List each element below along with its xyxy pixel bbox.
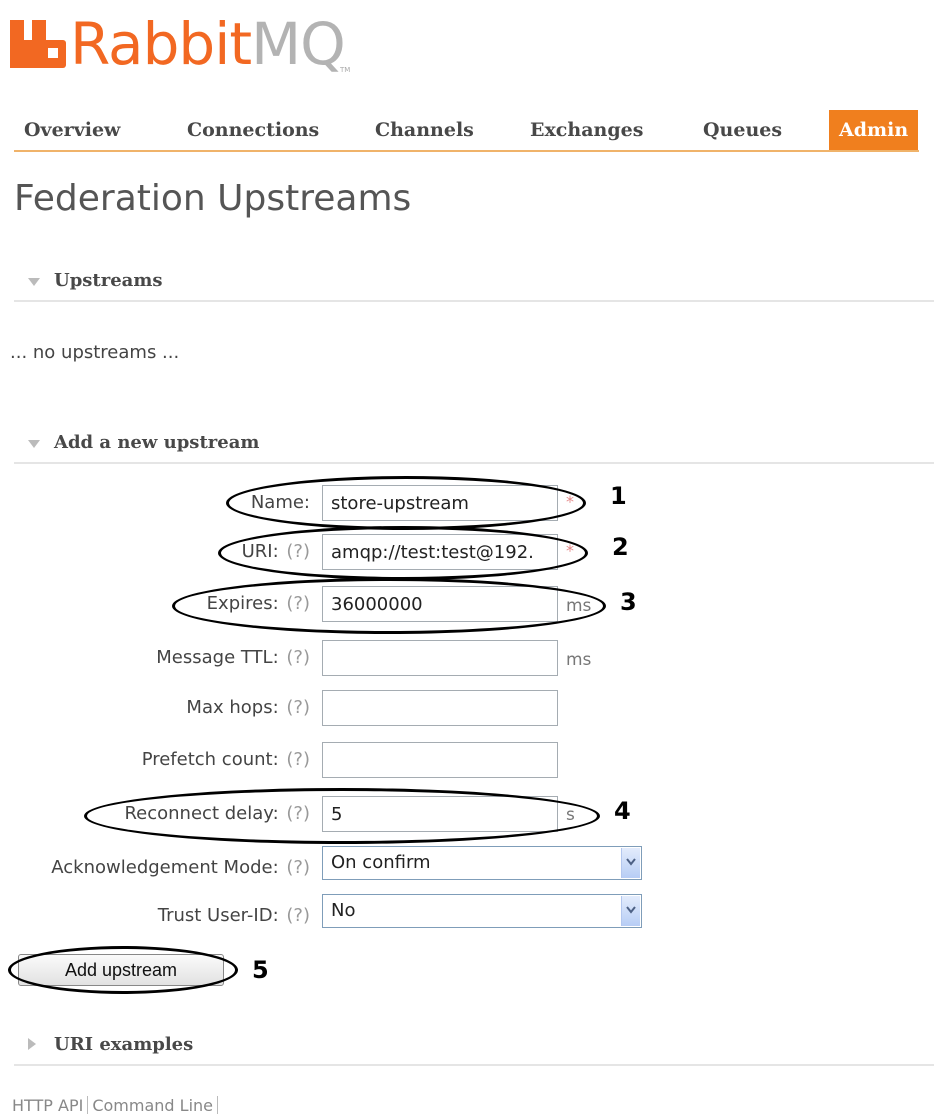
trust-user-id-value: No [331,900,356,921]
max-hops-input[interactable] [322,690,558,726]
nav-underline [14,150,919,152]
footer-link-http-api[interactable]: HTTP API [12,1096,83,1115]
section-header-uri-examples[interactable]: URI examples [14,1026,934,1066]
tab-queues[interactable]: Queues [703,110,782,150]
tab-exchanges[interactable]: Exchanges [530,110,643,150]
dropdown-button[interactable] [621,896,640,926]
help-link[interactable]: (?) [286,541,310,562]
section-title: URI examples [54,1034,194,1055]
annotation-number: 4 [614,797,631,825]
ack-mode-select[interactable]: On confirm [322,846,642,880]
footer-link-command-line[interactable]: Command Line [92,1096,213,1115]
tab-overview[interactable]: Overview [24,110,120,150]
logo-trademark: TM [340,66,351,74]
help-link[interactable]: (?) [286,647,310,668]
help-link[interactable]: (?) [286,803,310,824]
expires-unit: ms [566,596,592,616]
prefetch-count-label: Prefetch count: (?) [141,749,310,770]
footer-separator [87,1096,89,1114]
empty-message: ... no upstreams ... [10,342,180,363]
tab-channels[interactable]: Channels [375,110,474,150]
chevron-down-icon [626,906,636,914]
reconnect-delay-label: Reconnect delay: (?) [124,803,310,824]
name-input[interactable] [322,485,558,521]
tab-connections[interactable]: Connections [187,110,319,150]
help-link[interactable]: (?) [286,593,310,614]
message-ttl-unit: ms [566,650,592,670]
footer: HTTP API Command Line [12,1096,222,1115]
page-title: Federation Upstreams [14,178,412,219]
ack-mode-value: On confirm [331,852,431,873]
tab-admin[interactable]: Admin [829,110,919,150]
ack-mode-label: Acknowledgement Mode: (?) [51,857,310,878]
uri-input[interactable] [322,534,558,570]
footer-separator [217,1096,219,1114]
message-ttl-input[interactable] [322,640,558,676]
name-label: Name: [250,492,310,513]
trust-user-id-label: Trust User-ID: (?) [157,905,310,926]
annotation-number: 1 [610,482,627,510]
reconnect-delay-input[interactable] [322,796,558,832]
section-header-add-upstream[interactable]: Add a new upstream [14,424,934,464]
trust-user-id-select[interactable]: No [322,894,642,928]
uri-label: URI: (?) [241,541,310,562]
annotation-number: 5 [252,956,269,984]
annotation-number: 2 [612,533,629,561]
expires-input[interactable] [322,586,558,622]
rabbitmq-logo-icon [10,20,66,68]
required-marker: * [566,492,574,511]
reconnect-delay-unit: s [566,805,575,825]
help-link[interactable]: (?) [286,697,310,718]
prefetch-count-input[interactable] [322,742,558,778]
help-link[interactable]: (?) [286,749,310,770]
max-hops-label: Max hops: (?) [186,697,310,718]
collapse-arrow-icon [28,440,40,448]
help-link[interactable]: (?) [286,905,310,926]
section-title: Upstreams [54,270,163,291]
collapse-arrow-icon [28,278,40,286]
logo-wordmark: RabbitMQ [70,10,346,78]
section-title: Add a new upstream [54,432,260,453]
expand-arrow-icon [28,1038,36,1050]
help-link[interactable]: (?) [286,857,310,878]
message-ttl-label: Message TTL: (?) [156,647,310,668]
section-header-upstreams[interactable]: Upstreams [14,262,934,302]
add-upstream-button[interactable]: Add upstream [18,954,224,986]
dropdown-button[interactable] [621,848,640,878]
annotation-number: 3 [620,588,637,616]
chevron-down-icon [626,858,636,866]
main-nav: Overview Connections Channels Exchanges … [0,110,934,152]
required-marker: * [566,541,574,560]
expires-label: Expires: (?) [206,593,310,614]
